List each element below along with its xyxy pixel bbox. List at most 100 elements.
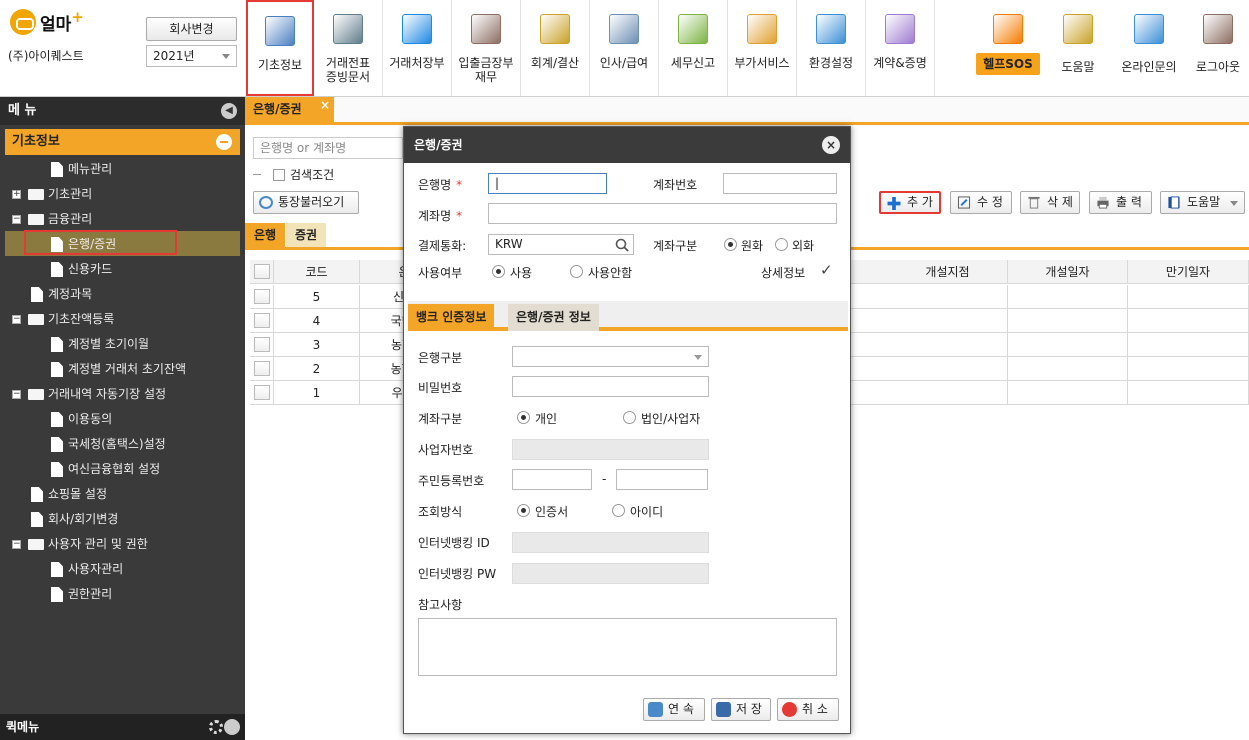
- sidebar-item-18[interactable]: 권한관리: [0, 582, 240, 607]
- quick-menu-bar[interactable]: 퀵메뉴: [0, 714, 245, 740]
- currency-input[interactable]: KRW: [488, 234, 634, 255]
- year-select[interactable]: 2021년: [146, 45, 237, 67]
- close-tab-icon[interactable]: ×: [320, 93, 330, 118]
- account-kind-personal-radio[interactable]: [517, 411, 530, 424]
- toolbar-sos-button[interactable]: 헬프SOS: [973, 0, 1043, 96]
- row-checkbox[interactable]: [254, 289, 270, 304]
- search-icon[interactable]: [615, 238, 629, 252]
- bank-name-input[interactable]: |: [488, 173, 607, 194]
- edit-button[interactable]: 수 정: [950, 191, 1012, 214]
- sidebar-section-basic-info[interactable]: 기초정보: [5, 129, 240, 155]
- resident-no-back-input[interactable]: [616, 469, 708, 490]
- tab-bank-cert-info[interactable]: 뱅크 인증정보: [408, 304, 495, 331]
- account-type-foreign-radio[interactable]: [775, 238, 788, 251]
- account-kind-corporate-radio[interactable]: [623, 411, 636, 424]
- toolbar-accounting-button[interactable]: 회계/결산: [521, 0, 590, 96]
- delete-button[interactable]: 삭 제: [1020, 191, 1080, 214]
- search-condition-toggle[interactable]: 검색조건: [253, 166, 334, 183]
- ib-id-input[interactable]: [512, 532, 709, 553]
- search-condition-checkbox[interactable]: [273, 168, 285, 181]
- grid-header-cell[interactable]: 개설지점: [888, 260, 1008, 284]
- collapse-icon[interactable]: −: [12, 540, 21, 549]
- collapse-sidebar-icon[interactable]: ◀: [221, 103, 237, 119]
- row-checkbox[interactable]: [254, 313, 270, 328]
- subtab-securities[interactable]: 증권: [286, 223, 327, 247]
- query-method-cert-radio[interactable]: [517, 504, 530, 517]
- sidebar-item-12[interactable]: 국세청(홈택스)설정: [0, 432, 240, 457]
- toolbar-logout-door-button[interactable]: 로그아웃: [1190, 0, 1246, 96]
- sidebar-item-16[interactable]: − 사용자 관리 및 권한: [0, 532, 240, 557]
- toolbar-tax-button[interactable]: 세무신고: [659, 0, 728, 96]
- collapse-section-icon[interactable]: [216, 134, 232, 150]
- change-company-button[interactable]: 회사변경: [146, 17, 237, 41]
- account-type-krw-radio[interactable]: [724, 238, 737, 251]
- sidebar-item-10[interactable]: − 거래내역 자동기장 설정: [0, 382, 240, 407]
- row-select-cell[interactable]: [250, 333, 274, 357]
- usage-on-radio[interactable]: [492, 265, 505, 278]
- grid-header-cell[interactable]: 개설일자: [1008, 260, 1128, 284]
- continue-button[interactable]: 연 속: [643, 698, 705, 721]
- sidebar-item-3[interactable]: − 금융관리: [0, 207, 240, 232]
- toolbar-settings-gear-button[interactable]: 환경설정: [797, 0, 866, 96]
- sidebar-item-6[interactable]: 계정과목: [0, 282, 240, 307]
- cancel-button[interactable]: 취 소: [777, 698, 839, 721]
- save-button[interactable]: 저 장: [711, 698, 771, 721]
- collapse-icon[interactable]: −: [12, 215, 21, 224]
- sidebar-item-7[interactable]: − 기초잔액등록: [0, 307, 240, 332]
- sidebar-item-14[interactable]: 쇼핑몰 설정: [0, 482, 240, 507]
- row-checkbox[interactable]: [254, 337, 270, 352]
- grid-header-cell[interactable]: 만기일자: [1128, 260, 1249, 284]
- sidebar-item-9[interactable]: 계정별 거래처 초기잔액: [0, 357, 240, 382]
- collapse-icon[interactable]: −: [12, 390, 21, 399]
- ib-pw-input[interactable]: [512, 563, 709, 584]
- query-method-id-radio[interactable]: [612, 504, 625, 517]
- collapse-icon[interactable]: −: [12, 315, 21, 324]
- toolbar-basic-info-button[interactable]: 기초정보: [246, 0, 314, 96]
- row-checkbox[interactable]: [254, 361, 270, 376]
- sidebar-item-17[interactable]: 사용자관리: [0, 557, 240, 582]
- sidebar-item-13[interactable]: 여신금융협회 설정: [0, 457, 240, 482]
- search-input[interactable]: 은행명 or 계좌명: [253, 137, 403, 159]
- sidebar-item-8[interactable]: 계정별 초기이월: [0, 332, 240, 357]
- row-select-cell[interactable]: [250, 285, 274, 309]
- app-logo[interactable]: 얼마 +: [10, 8, 84, 36]
- detail-info-checkbox[interactable]: ✓: [820, 261, 833, 279]
- account-name-input[interactable]: [488, 203, 837, 224]
- sidebar-item-2[interactable]: + 기초관리: [0, 182, 240, 207]
- toolbar-online-inquiry-button[interactable]: 온라인문의: [1113, 0, 1185, 96]
- note-textarea[interactable]: [418, 618, 837, 676]
- print-button[interactable]: 출 력: [1089, 191, 1152, 214]
- add-button[interactable]: 추 가: [879, 191, 941, 214]
- sidebar-item-11[interactable]: 이용동의: [0, 407, 240, 432]
- select-all-checkbox[interactable]: [254, 264, 270, 279]
- tab-bank-securities[interactable]: 은행/증권 ×: [245, 97, 334, 122]
- toolbar-money-bag-button[interactable]: 입출금장부 재무: [452, 0, 521, 96]
- row-select-cell[interactable]: [250, 381, 274, 405]
- sidebar-item-5[interactable]: 신용카드: [0, 257, 240, 282]
- grid-header-cell[interactable]: 코드: [274, 260, 360, 284]
- row-select-cell[interactable]: [250, 357, 274, 381]
- tab-bank-securities-info[interactable]: 은행/증권 정보: [508, 304, 599, 331]
- sidebar-item-15[interactable]: 회사/회기변경: [0, 507, 240, 532]
- account-no-input[interactable]: [723, 173, 837, 194]
- gear-icon[interactable]: [209, 720, 223, 734]
- row-checkbox[interactable]: [254, 385, 270, 400]
- toolbar-ledger-button[interactable]: 거래처장부: [383, 0, 452, 96]
- toolbar-voucher-button[interactable]: 거래전표 증빙문서: [314, 0, 383, 96]
- toolbar-bank-building-button[interactable]: 부가서비스: [728, 0, 797, 96]
- usage-off-radio[interactable]: [570, 265, 583, 278]
- toolbar-hr-button[interactable]: 인사/급여: [590, 0, 659, 96]
- toolbar-help-book-button[interactable]: 도움말: [1047, 0, 1109, 96]
- toolbar-contract-pen-button[interactable]: 계약&증명: [866, 0, 935, 96]
- password-input[interactable]: [512, 376, 709, 397]
- help-dropdown-button[interactable]: 도움말: [1160, 191, 1245, 214]
- load-passbook-button[interactable]: 통장불러오기: [253, 191, 359, 214]
- bank-type-select[interactable]: [512, 346, 709, 367]
- biz-no-input[interactable]: [512, 439, 709, 460]
- grid-header-select[interactable]: [250, 260, 274, 284]
- close-dialog-icon[interactable]: ×: [822, 136, 840, 154]
- sidebar-item-1[interactable]: 메뉴관리: [0, 157, 240, 182]
- expand-icon[interactable]: +: [12, 190, 21, 199]
- subtab-bank[interactable]: 은행: [245, 223, 286, 247]
- chevron-down-icon[interactable]: [224, 719, 240, 735]
